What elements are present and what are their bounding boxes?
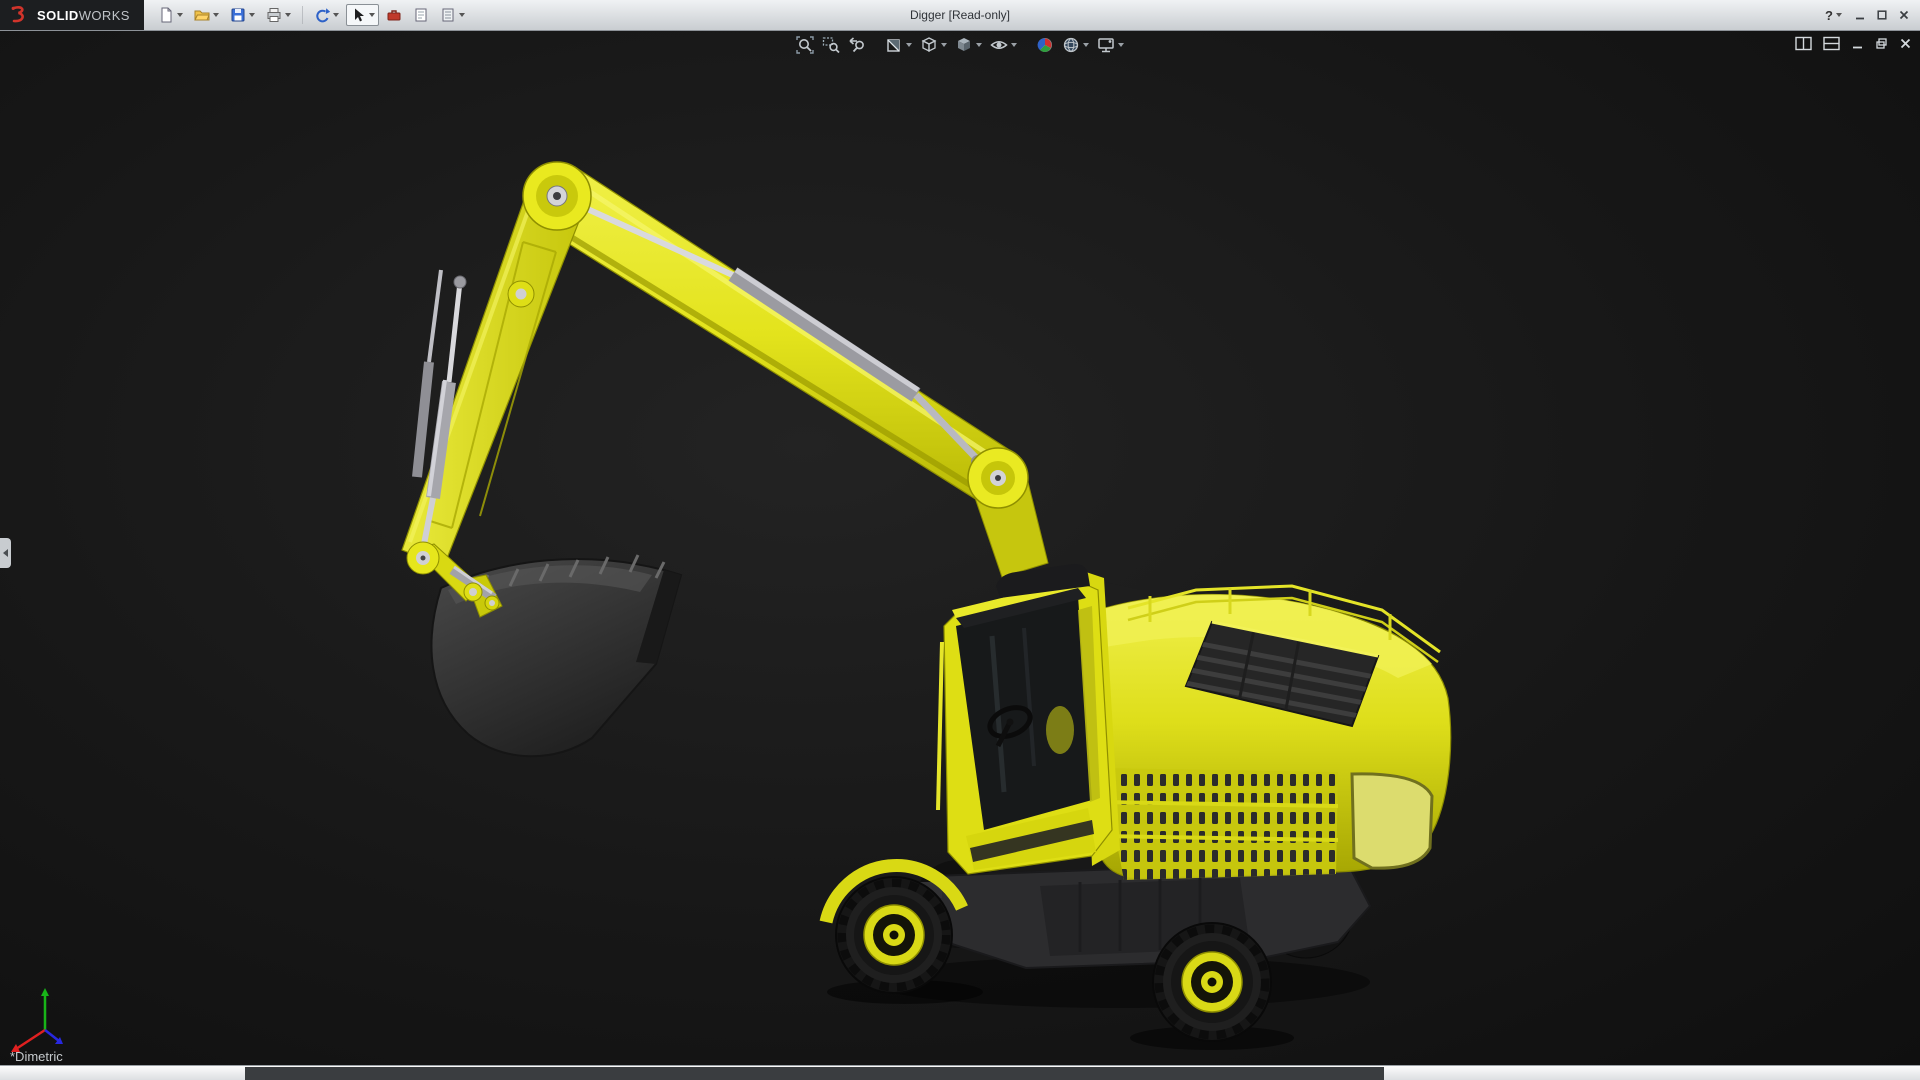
- feature-tree-collapse-tab[interactable]: [0, 538, 11, 568]
- window-title: Digger [Read-only]: [910, 8, 1010, 22]
- operator-seat: [1046, 706, 1074, 754]
- operator-cab[interactable]: [938, 564, 1120, 874]
- zoom-to-area-button[interactable]: [820, 34, 842, 56]
- zoom-to-fit-button[interactable]: [794, 34, 816, 56]
- app-titlebar: SOLIDWORKS: [0, 0, 1920, 31]
- view-settings-icon: [1097, 36, 1115, 54]
- pane-right-icon[interactable]: [1823, 36, 1840, 51]
- apply-scene-icon: [1062, 36, 1080, 54]
- maximize-button[interactable]: [1876, 9, 1888, 21]
- dropdown-caret[interactable]: [1011, 43, 1017, 47]
- solidworks-logo: SOLIDWORKS: [0, 0, 144, 30]
- solidworks-logo-icon: [10, 5, 30, 25]
- undo-icon: [314, 7, 330, 23]
- model-scene[interactable]: [0, 30, 1920, 1066]
- dropdown-caret[interactable]: [177, 13, 183, 17]
- doc-restore-button[interactable]: [1875, 37, 1888, 50]
- heads-up-view-toolbar: [794, 34, 1126, 56]
- brand-text: SOLIDWORKS: [37, 8, 130, 23]
- design-library-icon: [413, 7, 429, 23]
- previous-view-icon: [848, 36, 866, 54]
- open-button[interactable]: [190, 4, 223, 26]
- select-button[interactable]: [346, 4, 379, 26]
- main-toolbar: [154, 4, 469, 26]
- status-bar-dark-segment: [245, 1067, 1384, 1080]
- status-bar: [0, 1065, 1920, 1080]
- dropdown-caret[interactable]: [369, 13, 375, 17]
- dropdown-caret[interactable]: [249, 13, 255, 17]
- section-view-button[interactable]: [883, 34, 914, 56]
- dropdown-caret[interactable]: [213, 13, 219, 17]
- graphics-viewport[interactable]: *Dimetric: [0, 30, 1920, 1066]
- previous-view-button[interactable]: [846, 34, 868, 56]
- toolbar-separator: [302, 6, 303, 24]
- dropdown-caret[interactable]: [941, 43, 947, 47]
- cab-handrail: [938, 642, 942, 810]
- save-icon: [230, 7, 246, 23]
- zoom-to-area-icon: [822, 36, 840, 54]
- section-view-icon: [885, 36, 903, 54]
- dropdown-caret[interactable]: [1118, 43, 1124, 47]
- dropdown-caret[interactable]: [333, 13, 339, 17]
- edit-appearance-icon: [1036, 36, 1054, 54]
- dropdown-caret[interactable]: [1836, 13, 1842, 17]
- help-button[interactable]: ?: [1825, 8, 1842, 23]
- collapse-arrow-icon: [3, 549, 8, 557]
- print-icon: [266, 7, 282, 23]
- side-vents: [1102, 768, 1338, 880]
- boom-shade: [547, 222, 988, 496]
- close-button[interactable]: [1898, 9, 1910, 21]
- doc-minimize-button[interactable]: [1851, 37, 1864, 50]
- display-style-icon: [955, 36, 973, 54]
- new-document-icon: [158, 7, 174, 23]
- minimize-button[interactable]: [1854, 9, 1866, 21]
- edit-appearance-button[interactable]: [1034, 34, 1056, 56]
- view-settings-button[interactable]: [1095, 34, 1126, 56]
- help-label: ?: [1825, 8, 1833, 23]
- orientation-triad: [11, 988, 63, 1052]
- doc-close-button[interactable]: [1899, 37, 1912, 50]
- dropdown-caret[interactable]: [1083, 43, 1089, 47]
- open-folder-icon: [194, 7, 210, 23]
- zoom-to-fit-icon: [796, 36, 814, 54]
- front-wheel[interactable]: [836, 877, 952, 993]
- excavator-body[interactable]: [826, 564, 1451, 1050]
- dropdown-caret[interactable]: [459, 13, 465, 17]
- save-button[interactable]: [226, 4, 259, 26]
- rear-side-window: [1352, 774, 1432, 868]
- display-style-button[interactable]: [953, 34, 984, 56]
- y-axis-arrow: [41, 988, 49, 996]
- xpress-tools-button[interactable]: [382, 4, 406, 26]
- hide-show-items-button[interactable]: [988, 34, 1019, 56]
- view-orientation-button[interactable]: [918, 34, 949, 56]
- undo-button[interactable]: [310, 4, 343, 26]
- select-cursor-icon: [350, 7, 366, 23]
- xpress-tools-icon: [386, 7, 402, 23]
- design-library-button[interactable]: [409, 4, 433, 26]
- view-orientation-label: *Dimetric: [10, 1049, 63, 1064]
- titlebar-controls: ?: [1825, 8, 1920, 23]
- document-window-controls: [1795, 36, 1912, 51]
- apply-scene-button[interactable]: [1060, 34, 1091, 56]
- rear-wheel[interactable]: [1153, 923, 1271, 1041]
- dropdown-caret[interactable]: [976, 43, 982, 47]
- print-button[interactable]: [262, 4, 295, 26]
- options-button[interactable]: [436, 4, 469, 26]
- new-document-button[interactable]: [154, 4, 187, 26]
- dropdown-caret[interactable]: [285, 13, 291, 17]
- hide-show-items-icon: [990, 36, 1008, 54]
- dropdown-caret[interactable]: [906, 43, 912, 47]
- view-orientation-icon: [920, 36, 938, 54]
- options-icon: [440, 7, 456, 23]
- pane-left-icon[interactable]: [1795, 36, 1812, 51]
